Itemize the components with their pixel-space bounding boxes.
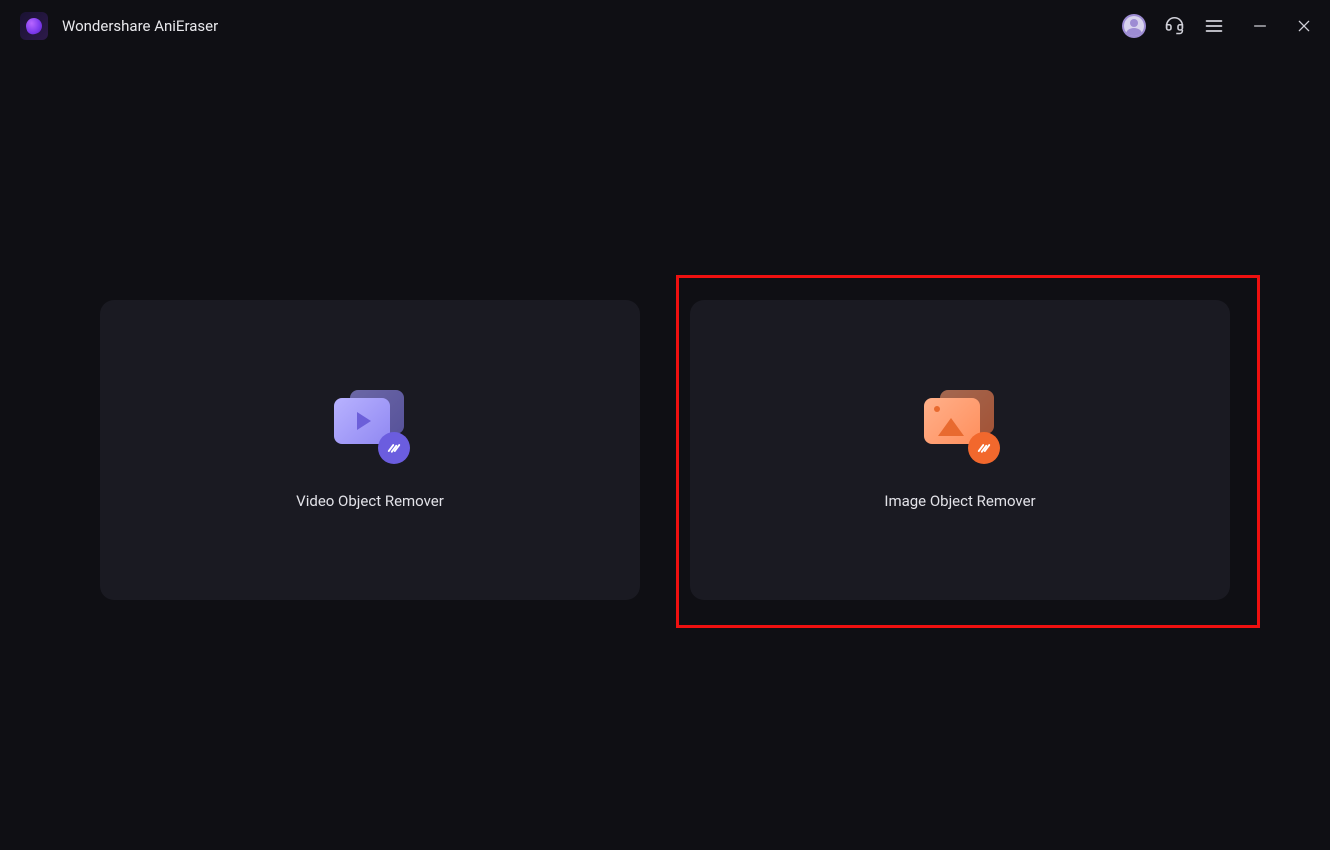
image-remover-icon — [924, 390, 996, 462]
titlebar: Wondershare AniEraser — [0, 0, 1330, 52]
close-button[interactable] — [1292, 14, 1316, 38]
window-controls — [1248, 14, 1316, 38]
video-object-remover-card[interactable]: Video Object Remover — [100, 300, 640, 600]
image-object-remover-card[interactable]: Image Object Remover — [690, 300, 1230, 600]
main-content: Video Object Remover Image Object Remove — [0, 52, 1330, 600]
headset-icon[interactable] — [1162, 14, 1186, 38]
video-card-label: Video Object Remover — [296, 492, 444, 510]
minimize-button[interactable] — [1248, 14, 1272, 38]
app-title: Wondershare AniEraser — [62, 17, 218, 35]
app-logo-icon — [20, 12, 48, 40]
hamburger-menu-icon[interactable] — [1202, 14, 1226, 38]
image-card-highlight-wrapper: Image Object Remover — [690, 300, 1230, 600]
user-avatar-icon[interactable] — [1122, 14, 1146, 38]
titlebar-right — [1122, 14, 1316, 38]
titlebar-left: Wondershare AniEraser — [20, 12, 218, 40]
image-card-label: Image Object Remover — [884, 492, 1035, 510]
video-remover-icon — [334, 390, 406, 462]
